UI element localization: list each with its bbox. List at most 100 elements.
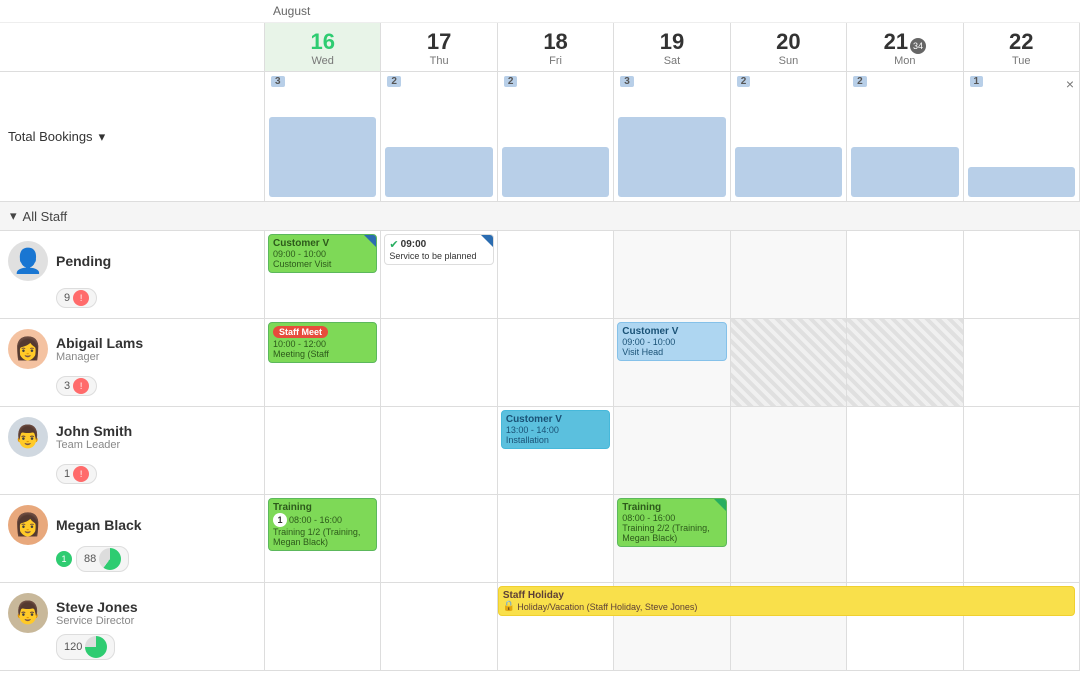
date-day: Sat bbox=[618, 55, 725, 67]
booking-col-6: 1 bbox=[964, 72, 1080, 201]
event-card[interactable]: Training 108:00 - 16:00 Training 1/2 (Tr… bbox=[268, 498, 377, 551]
staff-cell bbox=[847, 495, 963, 582]
staff-cell bbox=[964, 495, 1080, 582]
staff-cell bbox=[847, 231, 963, 318]
staff-badges: 3 ! bbox=[8, 376, 256, 396]
date-col-20[interactable]: 20 Sun bbox=[731, 23, 847, 71]
staff-cell bbox=[964, 319, 1080, 406]
event-subtitle: Installation bbox=[506, 435, 605, 445]
date-number: 22 bbox=[1009, 29, 1033, 54]
event-subtitle: Meeting (Staff bbox=[273, 349, 372, 359]
event-time: 108:00 - 16:00 bbox=[273, 513, 372, 527]
date-col-19[interactable]: 19 Sat bbox=[614, 23, 730, 71]
staff-row: 👩 Megan Black 188 Training 108:00 - 16:0… bbox=[0, 495, 1080, 583]
staff-info: 👨 Steve Jones Service Director 120 bbox=[0, 583, 265, 670]
staff-name-role: John Smith Team Leader bbox=[56, 423, 132, 451]
booking-bar bbox=[385, 147, 492, 197]
staff-name: Pending bbox=[56, 253, 111, 269]
staff-cell bbox=[498, 231, 614, 318]
yellow-subtitle: 🔒 Holiday/Vacation (Staff Holiday, Steve… bbox=[503, 601, 1070, 612]
event-card[interactable]: Staff Holiday 🔒 Holiday/Vacation (Staff … bbox=[498, 586, 1075, 616]
alert-badge: ! bbox=[73, 290, 89, 306]
date-col-16[interactable]: 16 Wed bbox=[265, 23, 381, 71]
booking-col-1: 2 bbox=[381, 72, 497, 201]
staff-role: Manager bbox=[56, 351, 143, 363]
avatar: 👨 bbox=[8, 417, 48, 457]
booking-count: 2 bbox=[387, 76, 401, 87]
staff-info: 👩 Abigail Lams Manager 3 ! bbox=[0, 319, 265, 406]
staff-cell bbox=[847, 407, 963, 494]
staff-cell bbox=[265, 407, 381, 494]
staff-name: Megan Black bbox=[56, 517, 142, 533]
event-time: 09:00 - 10:00 bbox=[273, 249, 372, 259]
date-day: Wed bbox=[269, 55, 376, 67]
event-time: 10:00 - 12:00 bbox=[273, 339, 372, 349]
staff-cell bbox=[964, 231, 1080, 318]
date-col-17[interactable]: 17 Thu bbox=[381, 23, 497, 71]
staff-cell bbox=[614, 407, 730, 494]
booking-count: 2 bbox=[853, 76, 867, 87]
date-col-18[interactable]: 18 Fri bbox=[498, 23, 614, 71]
event-card[interactable]: Staff Meet 10:00 - 12:00 Meeting (Staff bbox=[268, 322, 377, 363]
date-day: Mon bbox=[851, 55, 958, 67]
booking-col-3: 3 bbox=[614, 72, 730, 201]
staff-cell bbox=[731, 407, 847, 494]
staff-row: 👤 Pending 9 ! Customer V 09:00 - 10:00 C… bbox=[0, 231, 1080, 319]
header-dates: 16 Wed 17 Thu 18 Fri 19 Sat 20 Sun 2134 … bbox=[265, 23, 1080, 71]
all-staff-label: All Staff bbox=[23, 209, 68, 224]
booking-bar bbox=[851, 147, 958, 197]
date-day: Thu bbox=[385, 55, 492, 67]
green-badge: 1 bbox=[56, 551, 72, 567]
badge-num: 3 ! bbox=[56, 376, 97, 396]
bookings-cols: × 3 2 2 3 2 2 1 bbox=[265, 72, 1080, 201]
event-card[interactable]: ✔ 09:00 Service to be planned bbox=[384, 234, 493, 265]
calendar-header: 16 Wed 17 Thu 18 Fri 19 Sat 20 Sun 2134 … bbox=[0, 23, 1080, 72]
event-title: Staff Holiday bbox=[503, 590, 1070, 601]
booking-count: 3 bbox=[620, 76, 634, 87]
staff-cell bbox=[498, 319, 614, 406]
staff-row: 👩 Abigail Lams Manager 3 ! Staff Meet 10… bbox=[0, 319, 1080, 407]
staff-name-role: Abigail Lams Manager bbox=[56, 335, 143, 363]
chevron-down-icon: ▾ bbox=[99, 129, 106, 145]
event-title: Customer V bbox=[273, 238, 372, 249]
staff-cell: Training 08:00 - 16:00 Training 2/2 (Tra… bbox=[614, 495, 730, 582]
event-subtitle: Customer Visit bbox=[273, 259, 372, 269]
all-staff-header[interactable]: ▾ All Staff bbox=[0, 202, 1080, 231]
bookings-selector[interactable]: Total Bookings ▾ bbox=[8, 129, 105, 145]
corner-flag-icon bbox=[481, 235, 493, 247]
calendar-wrapper: August 16 Wed 17 Thu 18 Fri 19 Sat 20 Su… bbox=[0, 0, 1080, 700]
date-day: Tue bbox=[968, 55, 1075, 67]
event-subtitle: Training 2/2 (Training, Megan Black) bbox=[622, 523, 721, 543]
date-col-21[interactable]: 2134 Mon bbox=[847, 23, 963, 71]
week-badge: 34 bbox=[910, 38, 926, 54]
staff-rows: 👤 Pending 9 ! Customer V 09:00 - 10:00 C… bbox=[0, 231, 1080, 700]
corner-flag-icon bbox=[714, 499, 726, 511]
staff-badges: 1 ! bbox=[8, 464, 256, 484]
staff-name-role: Megan Black bbox=[56, 517, 142, 533]
service-header: ✔ 09:00 bbox=[389, 238, 488, 251]
event-title: 09:00 bbox=[401, 239, 427, 250]
date-number: 21 bbox=[884, 29, 908, 54]
booking-bar bbox=[269, 117, 376, 197]
date-number: 18 bbox=[543, 29, 567, 54]
red-label: Staff Meet bbox=[273, 326, 328, 338]
header-left bbox=[0, 23, 265, 71]
date-number: 20 bbox=[776, 29, 800, 54]
event-card[interactable]: Customer V 13:00 - 14:00 Installation bbox=[501, 410, 610, 449]
staff-name: Steve Jones bbox=[56, 599, 138, 615]
staff-row: 👨 John Smith Team Leader 1 ! Customer V … bbox=[0, 407, 1080, 495]
staff-top: 👩 Megan Black bbox=[8, 505, 256, 545]
staff-cell bbox=[731, 495, 847, 582]
staff-name: Abigail Lams bbox=[56, 335, 143, 351]
avatar: 👩 bbox=[8, 329, 48, 369]
date-number: 17 bbox=[427, 29, 451, 54]
event-time: 13:00 - 14:00 bbox=[506, 425, 605, 435]
staff-cell bbox=[381, 407, 497, 494]
event-card[interactable]: Customer V 09:00 - 10:00 Visit Head bbox=[617, 322, 726, 361]
event-card[interactable]: Customer V 09:00 - 10:00 Customer Visit bbox=[268, 234, 377, 273]
event-card[interactable]: Training 08:00 - 16:00 Training 2/2 (Tra… bbox=[617, 498, 726, 547]
event-badge-num: 1 bbox=[273, 513, 287, 527]
date-col-22[interactable]: 22 Tue bbox=[964, 23, 1080, 71]
staff-cell bbox=[731, 319, 847, 406]
staff-cell: Staff Meet 10:00 - 12:00 Meeting (Staff bbox=[265, 319, 381, 406]
